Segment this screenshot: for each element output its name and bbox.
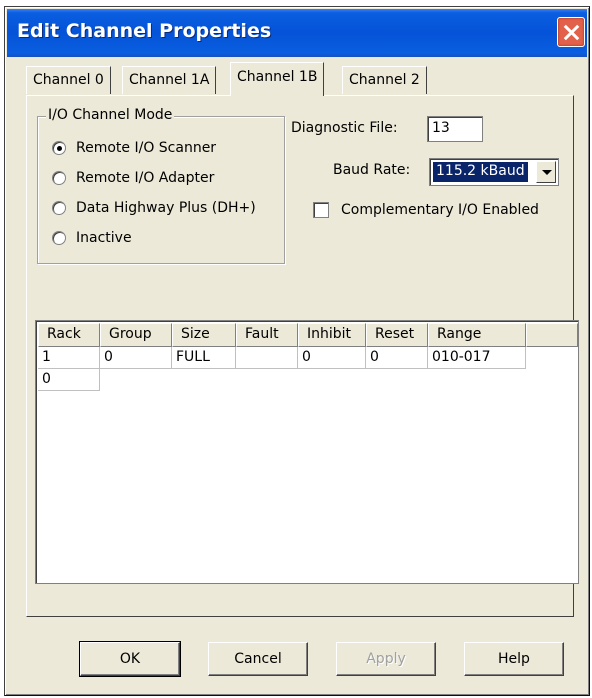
column-header-size[interactable]: Size bbox=[172, 323, 236, 347]
radio-label: Inactive bbox=[76, 230, 132, 246]
table-cell[interactable]: 0 bbox=[366, 347, 428, 369]
table-cell[interactable]: 1 bbox=[38, 347, 100, 369]
tab-label: Channel 0 bbox=[33, 72, 104, 88]
radio-inactive[interactable]: Inactive bbox=[52, 227, 132, 249]
rack-table[interactable]: Rack Group Size Fault Inhibit Reset Rang… bbox=[35, 320, 579, 584]
tab-channel-2[interactable]: Channel 2 bbox=[342, 66, 427, 94]
checkbox-box[interactable] bbox=[313, 202, 329, 218]
ok-button[interactable]: OK bbox=[79, 641, 181, 677]
radio-button[interactable] bbox=[52, 201, 66, 215]
column-header-filler bbox=[526, 323, 578, 347]
column-header-inhibit[interactable]: Inhibit bbox=[298, 323, 366, 347]
baud-rate-select[interactable]: 115.2 kBaud bbox=[429, 158, 559, 186]
cancel-button[interactable]: Cancel bbox=[208, 642, 308, 676]
tab-channel-1b[interactable]: Channel 1B bbox=[230, 62, 325, 96]
io-channel-mode-group: I/O Channel Mode Remote I/O Scanner Remo… bbox=[37, 107, 285, 264]
radio-remote-io-adapter[interactable]: Remote I/O Adapter bbox=[52, 167, 214, 189]
tab-channel-0[interactable]: Channel 0 bbox=[26, 66, 111, 94]
tab-label: Channel 2 bbox=[349, 72, 420, 88]
tab-channel-1a[interactable]: Channel 1A bbox=[122, 66, 217, 94]
radio-remote-io-scanner[interactable]: Remote I/O Scanner bbox=[52, 137, 216, 159]
table-cell[interactable]: 0 bbox=[38, 369, 100, 391]
diagnostic-file-input[interactable]: 13 bbox=[427, 116, 483, 142]
table-cell[interactable] bbox=[236, 347, 298, 369]
radio-button[interactable] bbox=[52, 171, 66, 185]
help-button[interactable]: Help bbox=[464, 642, 564, 676]
radio-label: Remote I/O Scanner bbox=[76, 140, 217, 156]
column-header-reset[interactable]: Reset bbox=[366, 323, 428, 347]
radio-label: Data Highway Plus (DH+) bbox=[76, 200, 256, 216]
table-cell[interactable]: 0 bbox=[100, 347, 172, 369]
close-icon[interactable] bbox=[557, 17, 585, 47]
title-bar[interactable]: Edit Channel Properties bbox=[7, 9, 587, 57]
radio-label: Remote I/O Adapter bbox=[76, 170, 215, 186]
radio-data-highway-plus[interactable]: Data Highway Plus (DH+) bbox=[52, 197, 256, 219]
baud-rate-value: 115.2 kBaud bbox=[432, 161, 529, 183]
dropdown-arrow-icon[interactable] bbox=[536, 161, 556, 183]
column-header-fault[interactable]: Fault bbox=[236, 323, 298, 347]
checkbox-label: Complementary I/O Enabled bbox=[341, 202, 539, 218]
group-legend: I/O Channel Mode bbox=[46, 107, 175, 123]
table-cell[interactable]: FULL bbox=[172, 347, 236, 369]
diagnostic-file-label: Diagnostic File: bbox=[291, 120, 398, 136]
table-cell[interactable]: 010-017 bbox=[428, 347, 526, 369]
complementary-io-checkbox[interactable]: Complementary I/O Enabled bbox=[313, 202, 539, 218]
radio-button[interactable] bbox=[52, 141, 66, 155]
apply-button[interactable]: Apply bbox=[336, 642, 436, 676]
baud-rate-label: Baud Rate: bbox=[333, 162, 411, 178]
tab-label: Channel 1A bbox=[129, 72, 210, 88]
tab-panel: I/O Channel Mode Remote I/O Scanner Remo… bbox=[26, 95, 579, 617]
column-header-group[interactable]: Group bbox=[100, 323, 172, 347]
column-header-range[interactable]: Range bbox=[428, 323, 526, 347]
tab-label: Channel 1B bbox=[237, 69, 318, 85]
table-cell[interactable]: 0 bbox=[298, 347, 366, 369]
column-header-rack[interactable]: Rack bbox=[38, 323, 100, 347]
table-header: Rack Group Size Fault Inhibit Reset Rang… bbox=[38, 323, 578, 347]
radio-button[interactable] bbox=[52, 231, 66, 245]
dialog-title: Edit Channel Properties bbox=[17, 20, 272, 42]
